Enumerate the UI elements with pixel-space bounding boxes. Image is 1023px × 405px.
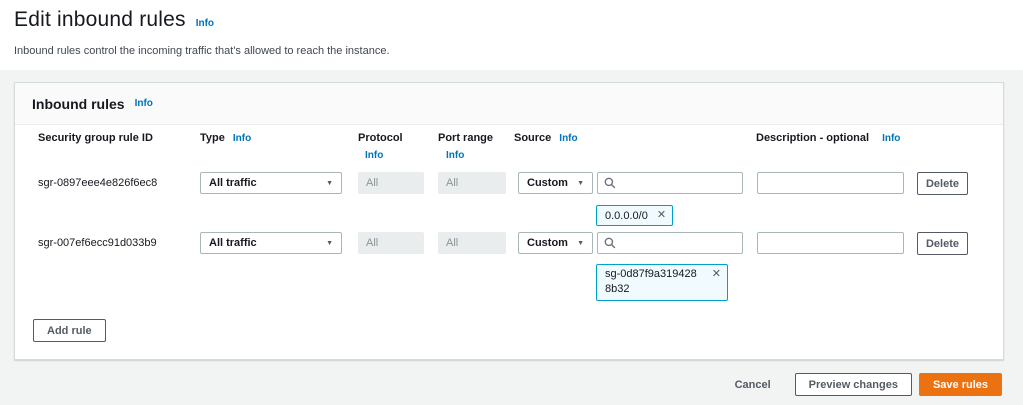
description-input[interactable] xyxy=(757,172,904,194)
inbound-rules-panel: Inbound rules Info Security group rule I… xyxy=(14,82,1004,360)
protocol-field: All xyxy=(358,172,424,194)
rule-id-text: sgr-0897eee4e826f6ec8 xyxy=(38,177,158,189)
source-search-input[interactable] xyxy=(621,237,736,249)
footer-actions: Cancel Preview changes Save rules xyxy=(735,373,1002,396)
edit-inbound-rules-page: Edit inbound rules Info Inbound rules co… xyxy=(0,0,1023,405)
chevron-down-icon: ▼ xyxy=(326,179,333,187)
type-select-value: All traffic xyxy=(209,177,257,189)
source-info-link[interactable]: Info xyxy=(559,133,577,144)
panel-title: Inbound rules xyxy=(32,95,125,112)
source-select-value: Custom xyxy=(527,177,568,189)
page-title: Edit inbound rules xyxy=(14,8,186,31)
column-header-protocol: Protocol xyxy=(358,132,403,144)
column-header-rule-id: Security group rule ID xyxy=(38,132,153,144)
source-search-box[interactable] xyxy=(597,232,743,254)
chevron-down-icon: ▼ xyxy=(326,239,333,247)
search-icon xyxy=(604,237,616,249)
port-range-info-link[interactable]: Info xyxy=(446,150,464,161)
search-icon xyxy=(604,177,616,189)
type-info-link[interactable]: Info xyxy=(233,133,251,144)
column-header-source: Source Info xyxy=(514,132,578,144)
delete-rule-button[interactable]: Delete xyxy=(917,172,968,195)
preview-changes-button[interactable]: Preview changes xyxy=(794,373,912,396)
cancel-button[interactable]: Cancel xyxy=(735,379,771,391)
source-search-input[interactable] xyxy=(621,177,736,189)
panel-header: Inbound rules Info xyxy=(15,83,1003,125)
port-range-field: All xyxy=(438,232,506,254)
chevron-down-icon: ▼ xyxy=(577,179,584,187)
description-info-link[interactable]: Info xyxy=(882,133,900,144)
rule-id-text: sgr-007ef6ecc91d033b9 xyxy=(38,237,157,249)
chevron-down-icon: ▼ xyxy=(577,239,584,247)
type-select-value: All traffic xyxy=(209,237,257,249)
page-title-info-link[interactable]: Info xyxy=(196,18,214,29)
page-title-row: Edit inbound rules Info xyxy=(14,8,214,32)
source-type-select[interactable]: Custom ▼ xyxy=(518,232,593,254)
column-header-description: Description - optional Info xyxy=(756,132,901,144)
port-range-field: All xyxy=(438,172,506,194)
source-token-label: sg-0d87f9a3194288b32 xyxy=(605,268,697,295)
remove-token-icon[interactable]: ✕ xyxy=(712,267,721,282)
source-token: 0.0.0.0/0 ✕ xyxy=(596,205,674,226)
remove-token-icon[interactable]: ✕ xyxy=(657,208,666,223)
source-token: sg-0d87f9a3194288b32 ✕ xyxy=(596,264,728,301)
source-token-label: 0.0.0.0/0 xyxy=(605,209,648,222)
protocol-info-link[interactable]: Info xyxy=(365,150,383,161)
save-rules-button[interactable]: Save rules xyxy=(918,373,1002,396)
type-select[interactable]: All traffic ▼ xyxy=(200,232,342,254)
protocol-field: All xyxy=(358,232,424,254)
source-type-select[interactable]: Custom ▼ xyxy=(518,172,593,194)
source-select-value: Custom xyxy=(527,237,568,249)
page-subtitle: Inbound rules control the incoming traff… xyxy=(14,45,390,57)
panel-info-link[interactable]: Info xyxy=(135,98,153,109)
description-input[interactable] xyxy=(757,232,904,254)
type-select[interactable]: All traffic ▼ xyxy=(200,172,342,194)
column-header-type: Type Info xyxy=(200,132,252,144)
source-search-box[interactable] xyxy=(597,172,743,194)
delete-rule-button[interactable]: Delete xyxy=(917,232,968,255)
add-rule-button[interactable]: Add rule xyxy=(33,319,106,342)
column-header-port-range: Port range xyxy=(438,132,494,144)
